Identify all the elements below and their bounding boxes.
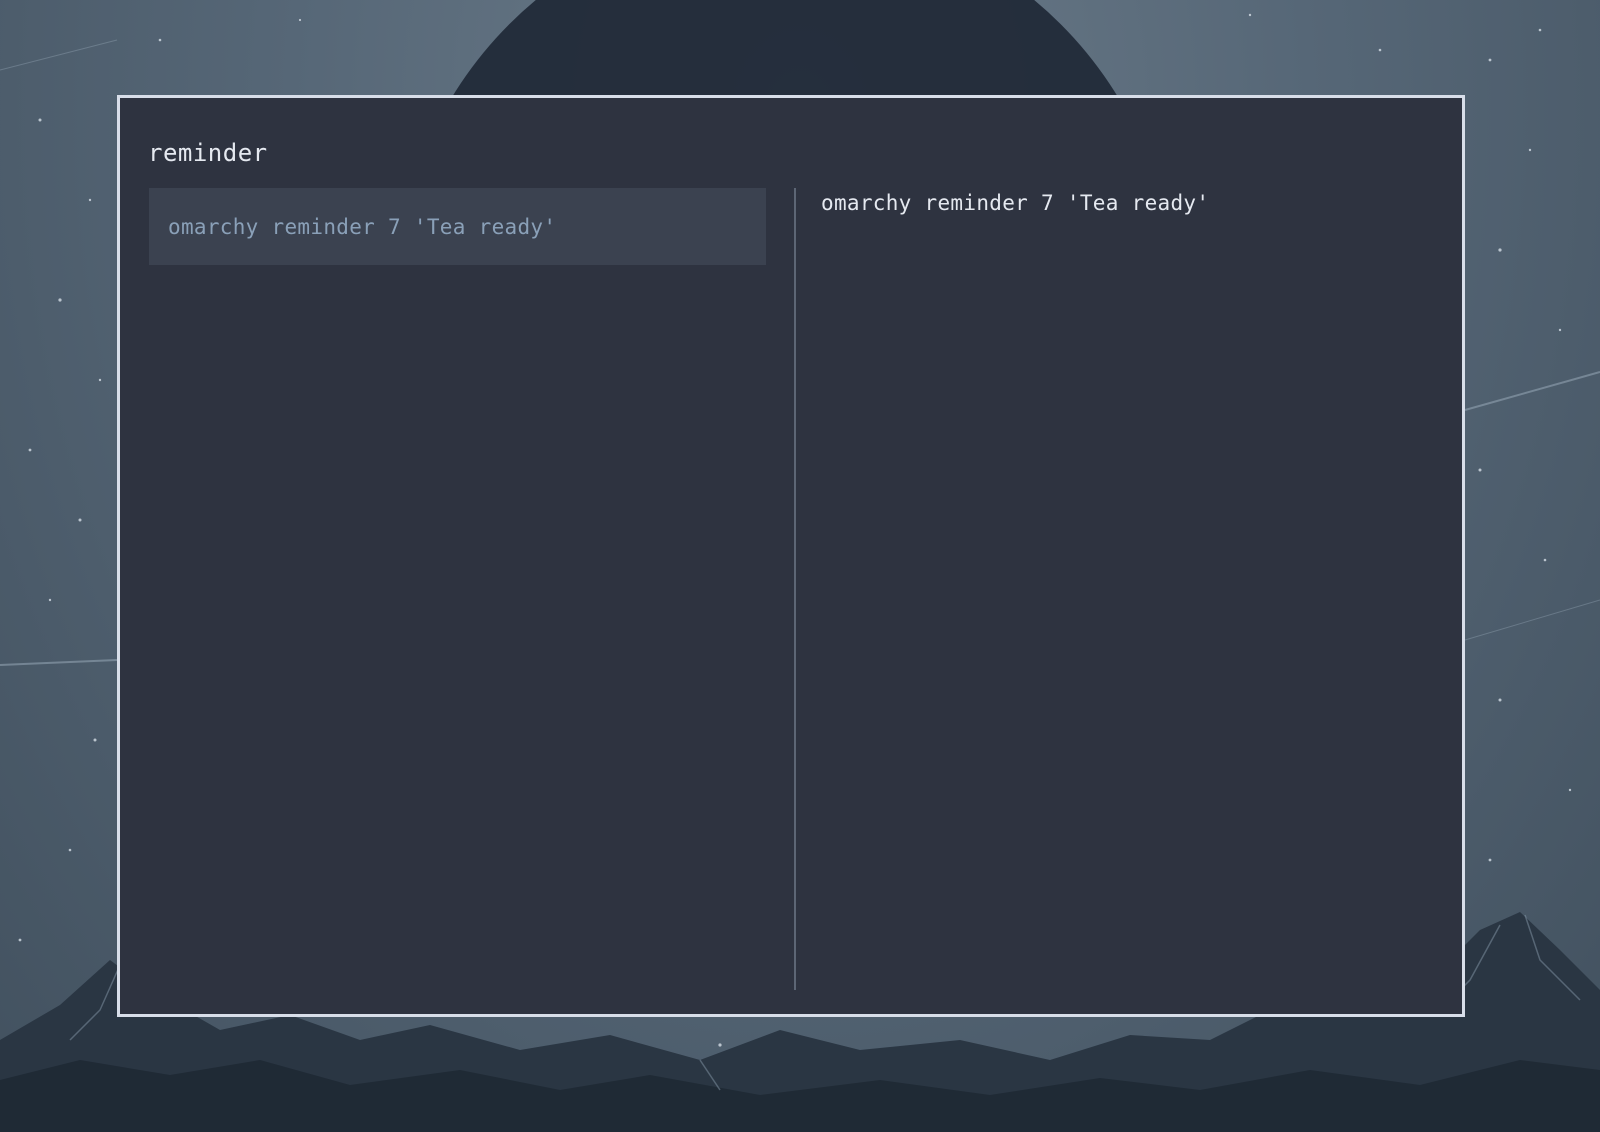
results-list: omarchy reminder 7 'Tea ready'	[149, 188, 766, 990]
result-item-label: omarchy reminder 7 'Tea ready'	[168, 214, 557, 239]
preview-text: omarchy reminder 7 'Tea ready'	[821, 191, 1210, 215]
pane-divider	[794, 188, 796, 990]
search-input[interactable]: reminder	[148, 138, 268, 168]
launcher-window: reminder omarchy reminder 7 'Tea ready' …	[117, 95, 1465, 1017]
preview-pane: omarchy reminder 7 'Tea ready'	[821, 188, 1431, 990]
result-item-selected[interactable]: omarchy reminder 7 'Tea ready'	[149, 188, 766, 265]
